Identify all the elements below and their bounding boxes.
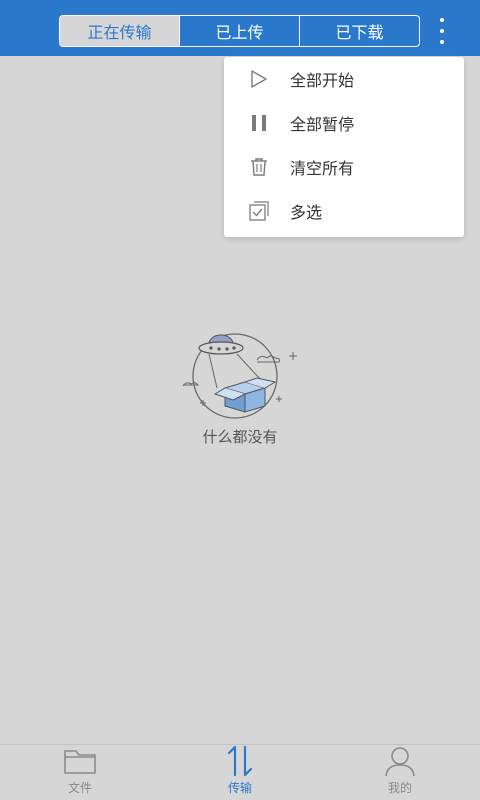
bottom-nav: 文件 传输 我的 [0, 744, 480, 800]
nav-mine[interactable]: 我的 [320, 745, 480, 800]
nav-label: 文件 [67, 781, 92, 795]
menu-item-clear-all[interactable]: 清空所有 [224, 145, 464, 189]
nav-transfer[interactable]: 传输 [160, 745, 320, 800]
menu-item-label: 全部开始 [290, 71, 355, 90]
tab-uploaded[interactable]: 已上传 [179, 16, 299, 46]
menu-item-start-all[interactable]: 全部开始 [224, 57, 464, 101]
nav-files[interactable]: 文件 [0, 745, 160, 800]
folder-icon [63, 745, 97, 777]
multi-select-icon [248, 200, 270, 222]
pause-icon [248, 112, 270, 134]
tab-transferring[interactable]: 正在传输 [60, 16, 179, 46]
empty-state: 什么都没有 [0, 330, 480, 447]
more-vertical-icon[interactable] [432, 18, 452, 44]
ufo-box-illustration [182, 333, 297, 419]
menu-item-pause-all[interactable]: 全部暂停 [224, 101, 464, 145]
person-icon [383, 745, 417, 777]
transfer-tabs: 正在传输 已上传 已下载 [59, 15, 420, 47]
menu-item-label: 清空所有 [290, 159, 355, 178]
top-bar: 正在传输 已上传 已下载 [0, 0, 480, 56]
nav-label: 传输 [227, 781, 252, 795]
play-icon [248, 68, 270, 90]
transfer-icon [223, 745, 257, 777]
overflow-menu: 全部开始 全部暂停 清空所有 多选 [224, 57, 464, 237]
nav-label: 我的 [387, 781, 412, 795]
menu-item-label: 全部暂停 [290, 115, 355, 134]
empty-state-text: 什么都没有 [202, 428, 278, 446]
tab-downloaded[interactable]: 已下载 [299, 16, 419, 46]
trash-icon [248, 156, 270, 178]
menu-item-multi-select[interactable]: 多选 [224, 189, 464, 233]
menu-item-label: 多选 [290, 203, 323, 222]
